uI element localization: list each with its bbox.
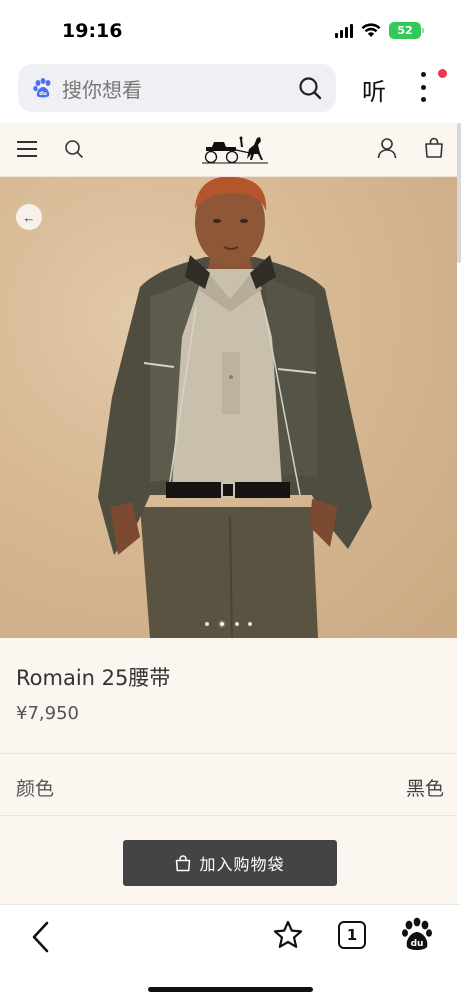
- baidu-home-icon[interactable]: du: [401, 917, 433, 951]
- site-header: [0, 123, 457, 177]
- product-price: ¥7,950: [16, 703, 79, 724]
- notification-dot: [438, 69, 447, 78]
- account-icon[interactable]: [377, 137, 397, 159]
- search-icon[interactable]: [298, 76, 322, 100]
- back-icon[interactable]: [30, 921, 50, 953]
- bookmark-star-icon[interactable]: [272, 919, 304, 951]
- product-info: Romain 25腰带 ¥7,950: [0, 638, 457, 754]
- listen-button[interactable]: 听: [362, 72, 386, 107]
- home-indicator: [148, 987, 313, 992]
- shopping-bag-icon: [176, 854, 191, 871]
- search-placeholder: 搜你想看: [62, 77, 142, 102]
- carousel-dot[interactable]: [205, 622, 209, 626]
- color-value: 黑色: [405, 778, 444, 800]
- hermes-logo[interactable]: [202, 133, 268, 165]
- carousel-dot[interactable]: [248, 622, 252, 626]
- more-menu-icon[interactable]: [418, 72, 428, 102]
- browser-search-field[interactable]: du 搜你想看: [18, 64, 336, 112]
- menu-icon[interactable]: [17, 141, 37, 157]
- browser-bar: du 搜你想看 听: [0, 60, 461, 118]
- product-title: Romain 25腰带: [16, 666, 171, 690]
- product-image-carousel[interactable]: ←: [0, 177, 457, 638]
- battery-icon: 52: [389, 22, 424, 39]
- carousel-dot-active[interactable]: [218, 620, 226, 628]
- browser-bottom-bar: 1 du: [0, 904, 461, 1000]
- carousel-indicator[interactable]: [0, 620, 457, 628]
- svg-text:du: du: [411, 939, 424, 949]
- color-label: 颜色: [16, 778, 55, 800]
- product-photo: [98, 177, 372, 638]
- status-time: 19:16: [62, 20, 123, 42]
- add-to-bag-area: 加入购物袋: [0, 816, 457, 904]
- baidu-paw-icon: du: [33, 78, 51, 98]
- battery-level: 52: [397, 24, 413, 37]
- color-selector[interactable]: 颜色 黑色: [0, 754, 457, 816]
- shopping-bag-icon[interactable]: [424, 137, 444, 159]
- wifi-icon: [361, 23, 381, 37]
- add-to-bag-label: 加入购物袋: [199, 855, 285, 874]
- page-scrollbar[interactable]: [457, 123, 461, 263]
- cellular-signal-icon: [335, 23, 353, 38]
- status-icons: 52: [335, 22, 424, 39]
- svg-text:du: du: [39, 91, 47, 97]
- tabs-button[interactable]: 1: [338, 921, 366, 949]
- add-to-bag-button[interactable]: 加入购物袋: [123, 840, 337, 886]
- carousel-dot[interactable]: [235, 622, 239, 626]
- site-search-icon[interactable]: [64, 139, 84, 159]
- back-arrow-icon[interactable]: ←: [16, 204, 42, 230]
- status-bar: 19:16 52: [0, 0, 461, 60]
